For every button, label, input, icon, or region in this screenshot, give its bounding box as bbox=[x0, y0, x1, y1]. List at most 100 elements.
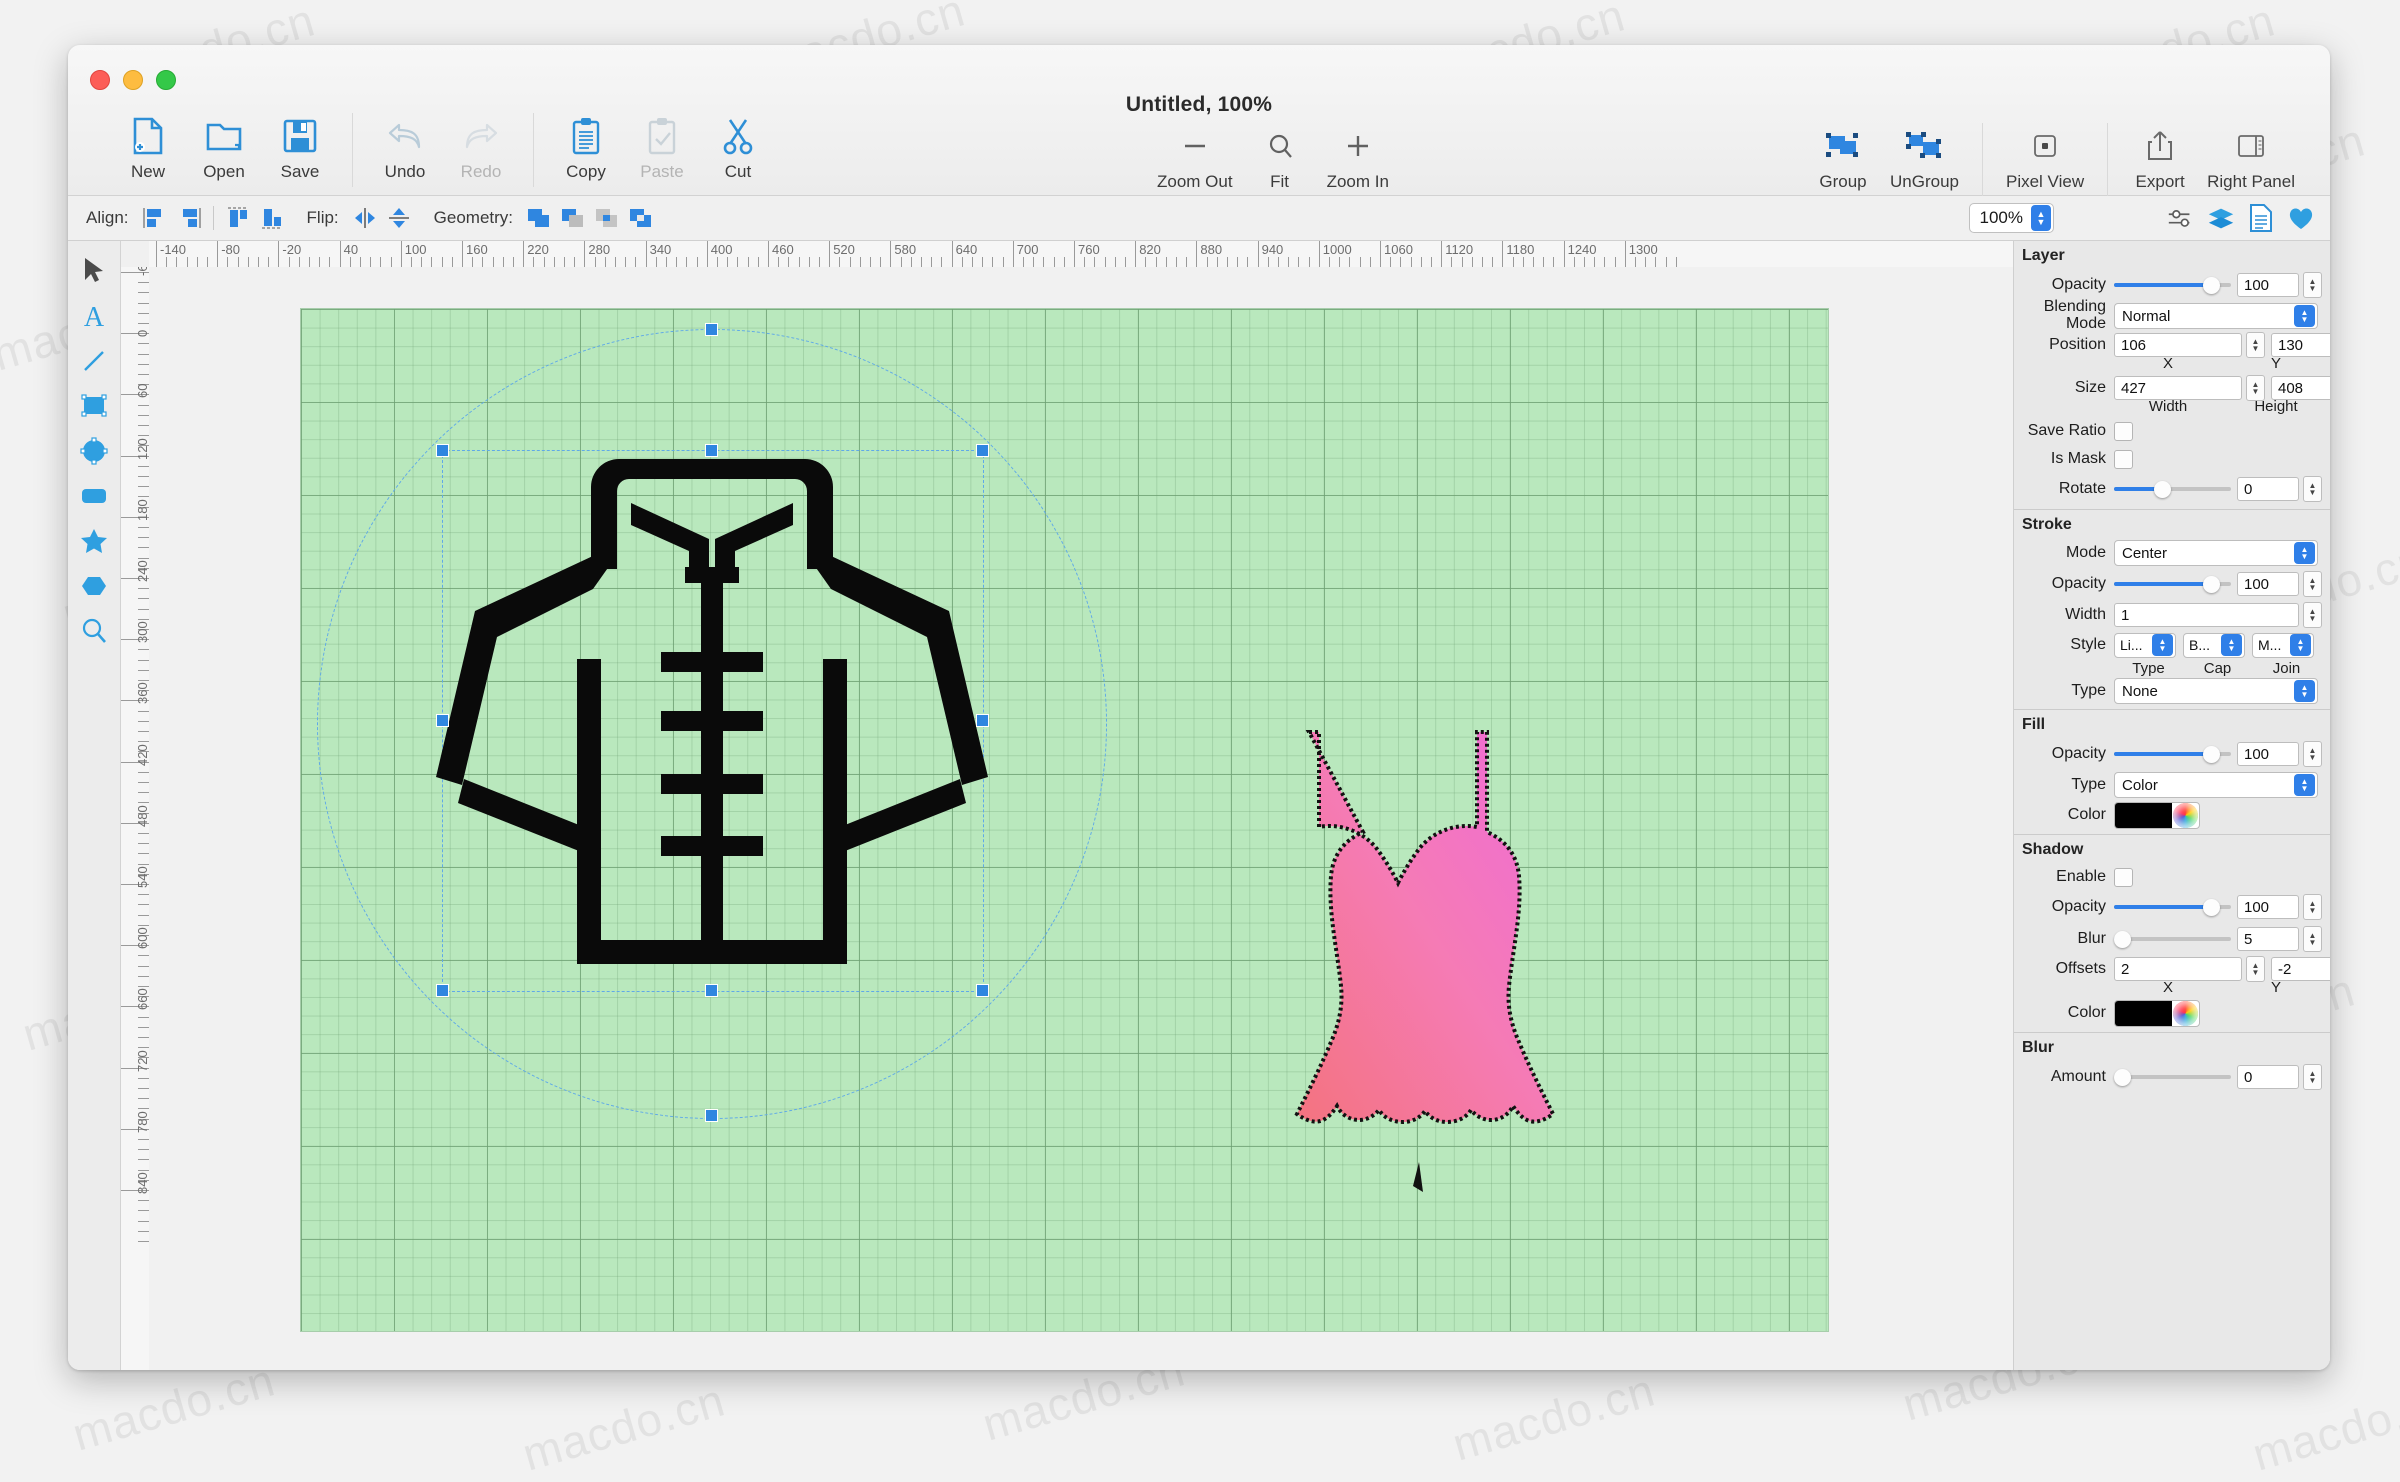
align-top-button[interactable] bbox=[223, 204, 253, 232]
new-button[interactable]: New bbox=[110, 113, 186, 182]
stroke-style-cap-select[interactable]: B... ▲ ▼ bbox=[2183, 632, 2245, 658]
chevron-updown-icon[interactable]: ▲ ▼ bbox=[2294, 774, 2315, 796]
open-button[interactable]: Open bbox=[186, 113, 262, 182]
shadow-blur-slider[interactable] bbox=[2114, 929, 2231, 949]
fill-opacity-value[interactable]: 100 bbox=[2237, 742, 2299, 766]
fill-type-select[interactable]: Color ▲ ▼ bbox=[2114, 772, 2318, 798]
align-bottom-button[interactable] bbox=[257, 204, 287, 232]
selection-handle-top-left[interactable] bbox=[436, 444, 449, 457]
chevron-updown-icon[interactable]: ▲ ▼ bbox=[2221, 634, 2242, 656]
blur-amount-slider[interactable] bbox=[2114, 1067, 2231, 1087]
chevron-updown-icon[interactable]: ▲ ▼ bbox=[2294, 542, 2315, 564]
layer-size-width[interactable]: 427 bbox=[2114, 376, 2242, 400]
shadow-opacity-value[interactable]: 100 bbox=[2237, 895, 2299, 919]
rotate-slider[interactable] bbox=[2114, 479, 2231, 499]
shadow-color-swatch[interactable] bbox=[2115, 1000, 2172, 1026]
selection-handle-mid-left[interactable] bbox=[436, 714, 449, 727]
selection-handle-top[interactable] bbox=[705, 323, 718, 336]
tool-polygon[interactable] bbox=[72, 566, 116, 606]
tool-line[interactable] bbox=[72, 341, 116, 381]
stroke-type-select[interactable]: None ▲ ▼ bbox=[2114, 678, 2318, 704]
layer-opacity-value[interactable]: 100 bbox=[2237, 273, 2299, 297]
layer-opacity-stepper[interactable]: ▲ ▼ bbox=[2303, 272, 2322, 298]
blur-amount-stepper[interactable]: ▲ ▼ bbox=[2303, 1064, 2322, 1090]
stroke-opacity-slider[interactable] bbox=[2114, 574, 2231, 594]
color-wheel-icon[interactable] bbox=[2173, 1000, 2198, 1026]
shadow-offset-y[interactable]: -2 bbox=[2271, 957, 2330, 981]
shadow-blur-value[interactable]: 5 bbox=[2237, 927, 2299, 951]
align-left-button[interactable] bbox=[140, 204, 170, 232]
shadow-opacity-stepper[interactable]: ▲ ▼ bbox=[2303, 894, 2322, 920]
tool-text[interactable]: A bbox=[72, 296, 116, 336]
align-right-button[interactable] bbox=[174, 204, 204, 232]
maximize-button[interactable] bbox=[156, 70, 176, 90]
selection-handle-top-right[interactable] bbox=[976, 444, 989, 457]
chevron-updown-icon[interactable]: ▲ ▼ bbox=[2294, 680, 2315, 702]
right-panel-button[interactable]: Right Panel bbox=[2198, 123, 2304, 192]
shirt-shape[interactable] bbox=[429, 449, 995, 994]
geometry-subtract-button[interactable] bbox=[558, 204, 588, 232]
rotate-value[interactable]: 0 bbox=[2237, 477, 2299, 501]
shadow-opacity-slider[interactable] bbox=[2114, 897, 2231, 917]
tool-star[interactable] bbox=[72, 521, 116, 561]
selection-handle-bottom-left[interactable] bbox=[436, 984, 449, 997]
fill-color-well[interactable] bbox=[2114, 801, 2200, 829]
layer-position-x[interactable]: 106 bbox=[2114, 333, 2242, 357]
chevron-updown-icon[interactable]: ▲ ▼ bbox=[2294, 305, 2315, 327]
fill-opacity-slider[interactable] bbox=[2114, 744, 2231, 764]
group-button[interactable]: Group bbox=[1805, 123, 1881, 192]
stroke-style-join-select[interactable]: M... ▲ ▼ bbox=[2252, 632, 2314, 658]
export-button[interactable]: Export bbox=[2122, 123, 2198, 192]
geometry-union-button[interactable] bbox=[524, 204, 554, 232]
layer-opacity-slider[interactable] bbox=[2114, 275, 2231, 295]
layer-blending-select[interactable]: Normal ▲ ▼ bbox=[2114, 303, 2318, 329]
fill-color-swatch[interactable] bbox=[2115, 802, 2172, 828]
tool-rounded-rectangle[interactable] bbox=[72, 476, 116, 516]
flip-vertical-button[interactable] bbox=[384, 204, 414, 232]
selection-handle-bottom-right[interactable] bbox=[976, 984, 989, 997]
shadow-enable-checkbox[interactable] bbox=[2114, 867, 2133, 887]
favorites-button[interactable] bbox=[2286, 204, 2316, 232]
layer-size-height[interactable]: 408 bbox=[2271, 376, 2330, 400]
selection-handle-bottom-center[interactable] bbox=[705, 984, 718, 997]
is-mask-checkbox[interactable] bbox=[2114, 449, 2133, 469]
zoom-level-field[interactable]: 100% ▲ ▼ bbox=[1968, 203, 2054, 233]
ungroup-button[interactable]: UnGroup bbox=[1881, 123, 1968, 192]
minimize-button[interactable] bbox=[123, 70, 143, 90]
geometry-intersect-button[interactable] bbox=[592, 204, 622, 232]
layer-position-y[interactable]: 130 bbox=[2271, 333, 2330, 357]
redo-button[interactable]: Redo bbox=[443, 113, 519, 182]
copy-button[interactable]: Copy bbox=[548, 113, 624, 182]
tool-rectangle[interactable] bbox=[72, 386, 116, 426]
layers-button[interactable] bbox=[2206, 204, 2236, 232]
zoom-out-button[interactable]: Zoom Out bbox=[1148, 123, 1242, 192]
chevron-updown-icon[interactable]: ▲ ▼ bbox=[2152, 634, 2173, 656]
stroke-width-stepper[interactable]: ▲ ▼ bbox=[2303, 602, 2322, 628]
chevron-updown-icon[interactable]: ▲ ▼ bbox=[2290, 634, 2311, 656]
save-ratio-checkbox[interactable] bbox=[2114, 421, 2133, 441]
flip-horizontal-button[interactable] bbox=[350, 204, 380, 232]
document-button[interactable] bbox=[2246, 204, 2276, 232]
stroke-mode-select[interactable]: Center ▲ ▼ bbox=[2114, 540, 2318, 566]
cut-button[interactable]: Cut bbox=[700, 113, 776, 182]
stroke-opacity-value[interactable]: 100 bbox=[2237, 572, 2299, 596]
undo-button[interactable]: Undo bbox=[367, 113, 443, 182]
stroke-width-value[interactable]: 1 bbox=[2114, 603, 2299, 627]
rotate-stepper[interactable]: ▲ ▼ bbox=[2303, 476, 2322, 502]
zoom-stepper[interactable]: ▲ ▼ bbox=[2031, 205, 2051, 231]
stroke-style-type-select[interactable]: Li... ▲ ▼ bbox=[2114, 632, 2176, 658]
tool-ellipse[interactable] bbox=[72, 431, 116, 471]
pixel-view-button[interactable]: Pixel View bbox=[1997, 123, 2093, 192]
shadow-color-well[interactable] bbox=[2114, 999, 2200, 1027]
fit-button[interactable]: Fit bbox=[1242, 123, 1318, 192]
geometry-exclude-button[interactable] bbox=[626, 204, 656, 232]
rotation-handle-bottom[interactable] bbox=[705, 1109, 718, 1122]
artboard-scroll-area[interactable] bbox=[149, 267, 2013, 1370]
color-wheel-icon[interactable] bbox=[2173, 802, 2198, 828]
tool-select-arrow[interactable] bbox=[72, 251, 116, 291]
selection-handle-top-center[interactable] bbox=[705, 444, 718, 457]
dress-shape[interactable] bbox=[1233, 722, 1563, 1209]
adjustments-button[interactable] bbox=[2166, 204, 2196, 232]
close-button[interactable] bbox=[90, 70, 110, 90]
selection-handle-mid-right[interactable] bbox=[976, 714, 989, 727]
